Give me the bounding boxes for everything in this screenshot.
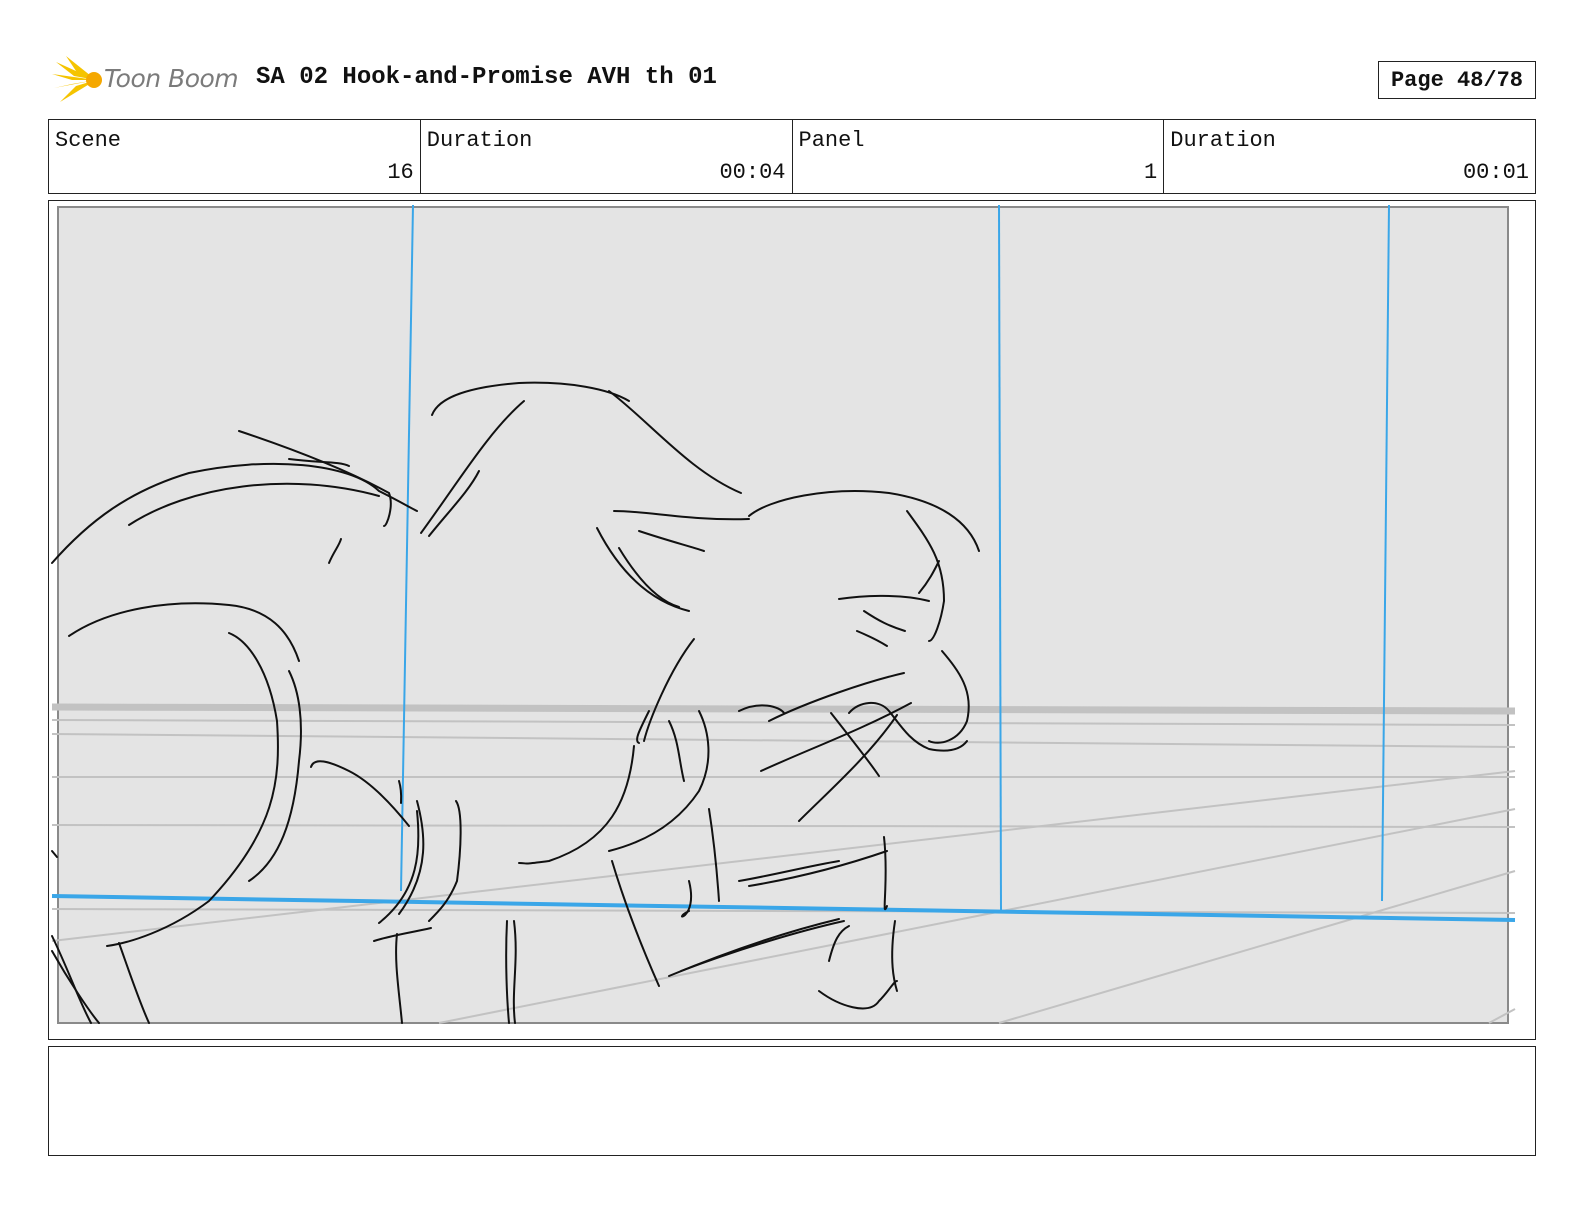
panel-duration-value: 00:01 (1462, 160, 1529, 185)
toon-boom-logo: Toon Boom (52, 54, 242, 106)
panel-cell: Panel 1 (793, 120, 1165, 193)
scene-cell: Scene 16 (49, 120, 421, 193)
scene-duration-value: 00:04 (719, 160, 786, 185)
panel-duration-cell: Duration 00:01 (1164, 120, 1535, 193)
storyboard-panel (48, 200, 1536, 1040)
storyboard-sketch-image (51, 204, 1516, 1024)
scene-info-table: Scene 16 Duration 00:04 Panel 1 Duration… (48, 119, 1536, 194)
panel-notes (48, 1046, 1536, 1156)
page-number: Page 48/78 (1378, 61, 1536, 99)
brand-name: Toon Boom (104, 64, 239, 93)
panel-duration-label: Duration (1170, 128, 1276, 153)
starburst-icon (52, 56, 102, 102)
scene-duration-label: Duration (426, 128, 533, 153)
scene-value: 16 (387, 160, 414, 185)
scene-duration-cell: Duration 00:04 (421, 120, 793, 193)
document-title: SA 02 Hook-and-Promise AVH th 01 (256, 64, 717, 91)
scene-label: Scene (55, 128, 122, 153)
panel-label: Panel (798, 128, 865, 153)
panel-value: 1 (1144, 160, 1158, 185)
